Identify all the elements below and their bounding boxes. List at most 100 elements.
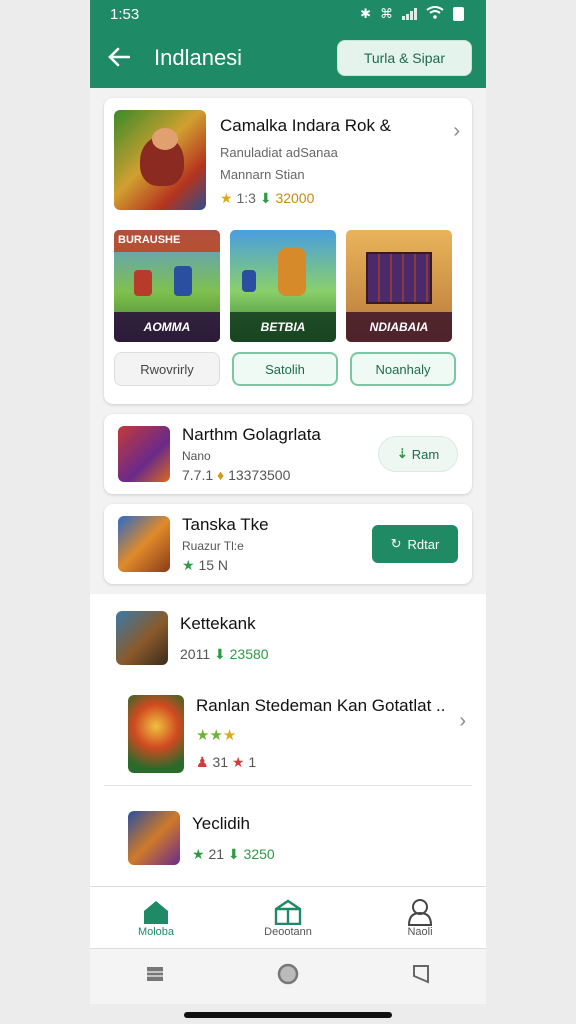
- featured-rating: 1:3: [236, 190, 256, 206]
- screenshot-1-label: AOMMA: [114, 312, 220, 342]
- screenshot-3[interactable]: NDIABAIA: [346, 230, 452, 342]
- game-rating-2: 15 N: [198, 556, 229, 573]
- featured-developer: Mannarn Stian: [220, 167, 305, 182]
- game-title-1: Narthm Golagrlata: [182, 425, 321, 444]
- star-icon: ★: [220, 190, 233, 206]
- back-triangle-icon[interactable]: [412, 964, 430, 989]
- status-icons: ✱ ⌘: [360, 6, 464, 22]
- home-icon: [106, 898, 206, 926]
- app-bar: Indlanesi Turla & Sipar: [90, 28, 486, 88]
- play-button-2[interactable]: ↻ Rdtar: [372, 525, 458, 563]
- featured-card[interactable]: Camalka Indara Rok & Ranuladiat adSanaa …: [104, 98, 472, 404]
- download-icon: ⬇: [259, 190, 272, 206]
- list-title-1: Kettekank: [180, 613, 256, 633]
- game-icon-1: [118, 426, 170, 482]
- list-item[interactable]: Yeclidih ★ 21 ⬇ 3250: [104, 786, 472, 886]
- install-icon: ⇣: [396, 446, 408, 461]
- get-button-1[interactable]: ⇣ Ram: [378, 436, 458, 472]
- game-title-2: Tanska Tke: [182, 514, 269, 534]
- battery-icon: [453, 7, 464, 21]
- screenshot-1-banner: BURAUSHE: [114, 230, 220, 252]
- nav-home[interactable]: Moloba: [106, 898, 206, 938]
- list-meta-1a: 2011: [180, 645, 211, 662]
- game-card-1[interactable]: Narthm Golagrlata Nano 7.7.1 ♦ 13373500 …: [104, 414, 472, 494]
- screenshot-1[interactable]: BURAUSHE AOMMA: [114, 230, 220, 342]
- category-chips: Rwovrirly Satolih Noanhaly: [114, 352, 462, 386]
- play-button-2-label: Rdtar: [407, 536, 440, 552]
- list-meta-2b: 1: [248, 754, 257, 770]
- star-icon: ★: [182, 556, 195, 573]
- star-icons: ★★: [196, 727, 223, 744]
- featured-downloads: 32000: [275, 190, 315, 206]
- list-icon-1: [116, 611, 168, 665]
- bluetooth-icon: ✱: [360, 6, 371, 21]
- featured-meta: ★ 1:3 ⬇ 32000: [220, 190, 391, 207]
- store-icon: [238, 898, 338, 926]
- featured-game-icon: [114, 110, 206, 210]
- star-icon: ★: [192, 845, 205, 862]
- game-card-2[interactable]: Tanska Tke Ruazur Tl:e ★ 15 N ↻ Rdtar: [104, 504, 472, 584]
- game-meta-2: ★ 15 N: [182, 557, 372, 574]
- bottom-navigation: Moloba Deootann Naoli: [90, 886, 486, 948]
- list-rating-2: ★★★: [196, 726, 458, 744]
- page-title: Indlanesi: [154, 45, 243, 70]
- game-icon-2: [118, 516, 170, 572]
- list-item[interactable]: Ranlan Stedeman Kan Gotatlat .. ★★★ ♟ 31…: [104, 682, 472, 786]
- appbar-action-button[interactable]: Turla & Sipar: [336, 40, 472, 76]
- back-arrow-icon[interactable]: [108, 43, 148, 74]
- chip-2[interactable]: Satolih: [232, 352, 338, 386]
- status-bar: 1:53 ✱ ⌘: [90, 0, 486, 28]
- nav-home-label: Moloba: [137, 925, 175, 938]
- screenshot-2-label: BETBIA: [230, 312, 336, 342]
- chip-1[interactable]: Rwovrirly: [114, 352, 220, 386]
- chevron-right-icon[interactable]: ›: [459, 710, 466, 733]
- content-scroll[interactable]: Camalka Indara Rok & Ranuladiat adSanaa …: [90, 88, 486, 886]
- game-list: Kettekank 2011 ⬇ 23580 Ranlan Stedeman K…: [90, 594, 486, 886]
- signal-icon: [402, 8, 417, 20]
- profile-icon: [370, 898, 470, 926]
- list-meta-1: 2011 ⬇ 23580: [180, 646, 472, 663]
- list-icon-2: [128, 694, 184, 773]
- vibrate-icon: ⌘: [380, 6, 393, 21]
- screenshot-2[interactable]: BETBIA: [230, 230, 336, 342]
- list-icon-3: [128, 811, 180, 865]
- home-circle-icon[interactable]: [277, 963, 299, 990]
- list-meta-3: ★ 21 ⬇ 3250: [192, 846, 458, 863]
- list-meta-1b: 23580: [229, 645, 269, 662]
- list-title-2: Ranlan Stedeman Kan Gotatlat ..: [196, 696, 446, 715]
- list-meta-3a: 21: [208, 845, 225, 862]
- list-meta-2a: 31: [212, 754, 229, 770]
- chip-3[interactable]: Noanhaly: [350, 352, 456, 386]
- list-meta-2: ♟ 31 ★ 1: [196, 754, 458, 771]
- list-item[interactable]: Kettekank 2011 ⬇ 23580: [90, 594, 486, 682]
- system-navigation: [90, 948, 486, 1004]
- nav-profile[interactable]: Naoli: [370, 898, 470, 938]
- refresh-icon: ↻: [390, 536, 402, 551]
- download-icon: ⬇: [227, 845, 240, 862]
- star-icon: ★: [231, 754, 245, 770]
- recents-icon[interactable]: [146, 966, 164, 987]
- game-subtitle-2: Ruazur Tl:e: [182, 538, 244, 553]
- status-time: 1:53: [110, 5, 140, 23]
- thumb-icon: ♦: [217, 467, 225, 483]
- user-icon: ♟: [196, 754, 209, 770]
- game-meta-1a: 7.7.1: [182, 467, 214, 483]
- featured-subtitle: Ranuladiat adSanaa: [220, 145, 338, 160]
- game-meta-1b: 13373500: [228, 467, 291, 483]
- featured-title: Camalka Indara Rok &: [220, 116, 392, 135]
- list-title-3: Yeclidih: [192, 813, 250, 833]
- chevron-right-icon[interactable]: ›: [453, 120, 460, 143]
- screenshot-strip: BURAUSHE AOMMA BETBIA NDIABAIA: [114, 230, 462, 342]
- get-button-1-label: Ram: [411, 446, 440, 462]
- phone-screen: 1:53 ✱ ⌘ Indlanesi Turla & Sipar Camalka…: [90, 0, 486, 1004]
- download-icon: ⬇: [214, 645, 226, 662]
- game-meta-1: 7.7.1 ♦ 13373500: [182, 467, 378, 483]
- nav-profile-label: Naoli: [407, 925, 433, 938]
- star-icon: ★: [222, 727, 237, 744]
- wifi-icon: [426, 6, 444, 22]
- nav-store-label: Deootann: [264, 925, 312, 938]
- screenshot-3-label: NDIABAIA: [346, 312, 452, 342]
- game-subtitle-1: Nano: [182, 449, 211, 463]
- nav-store[interactable]: Deootann: [238, 898, 338, 938]
- list-meta-3b: 3250: [243, 845, 275, 862]
